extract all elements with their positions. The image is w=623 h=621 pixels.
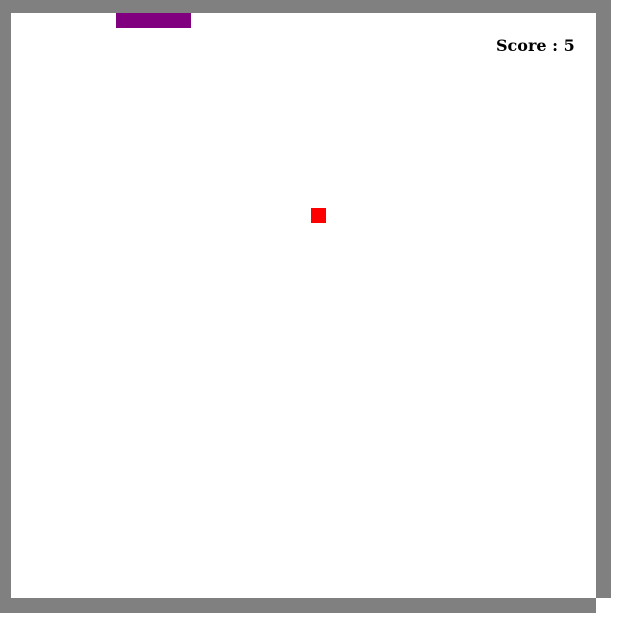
wall-top: [0, 0, 611, 13]
wall-right: [596, 0, 611, 598]
score-label: Score: [496, 36, 547, 55]
score-display: Score : 5: [496, 36, 575, 56]
wall-left: [0, 0, 11, 613]
snake: [116, 13, 191, 28]
food: [311, 208, 326, 223]
game-arena: [11, 13, 596, 598]
score-separator: :: [546, 36, 564, 55]
wall-bottom: [0, 598, 596, 613]
score-value: 5: [563, 36, 575, 55]
